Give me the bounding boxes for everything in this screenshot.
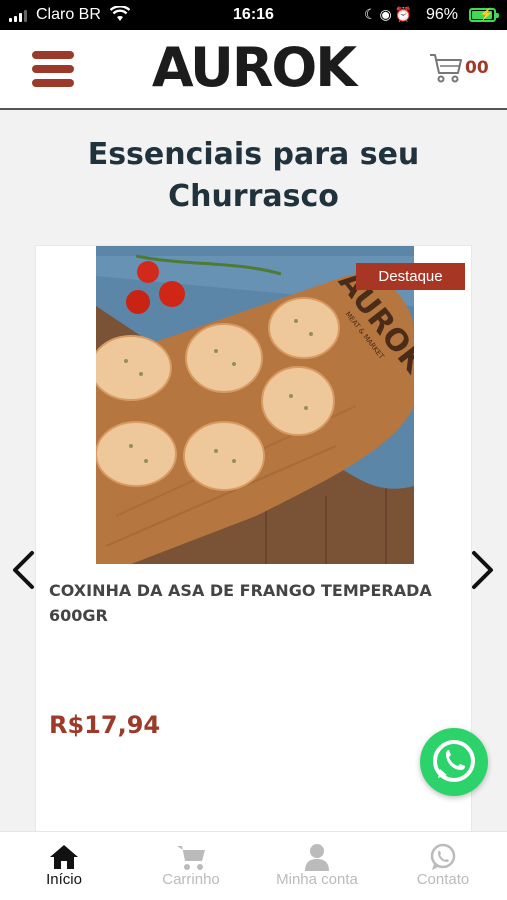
section-title: Essenciais para seu Churrasco bbox=[87, 137, 420, 214]
whatsapp-button[interactable] bbox=[420, 728, 488, 796]
nav-item-cart[interactable]: Carrinho bbox=[128, 832, 254, 900]
status-bar: Claro BR 16:16 ☾◉⏰ 96% ⚡ bbox=[0, 0, 507, 30]
product-price: R$17,94 bbox=[49, 711, 161, 739]
product-name[interactable]: COXINHA DA ASA DE FRANGO TEMPERADA 600GR bbox=[49, 578, 459, 628]
product-image[interactable]: AUROK MEAT & MARKET bbox=[96, 246, 414, 564]
app-header: AUROK 00 bbox=[0, 30, 507, 110]
nav-item-label: Minha conta bbox=[276, 871, 358, 888]
nav-item-label: Contato bbox=[416, 871, 470, 888]
nav-item-contact[interactable]: Contato bbox=[380, 832, 506, 900]
nav-item-account[interactable]: Minha conta bbox=[254, 832, 380, 900]
battery-percent: 96% bbox=[426, 6, 459, 23]
status-icons: ☾◉⏰ bbox=[364, 6, 416, 22]
cart-icon bbox=[177, 846, 205, 870]
cart-count[interactable]: 00 bbox=[465, 58, 489, 78]
cart-icon[interactable] bbox=[429, 52, 463, 84]
home-icon bbox=[50, 845, 78, 869]
product-card[interactable]: AUROK MEAT & MARKET Destaque COXINHA DA … bbox=[35, 245, 472, 845]
user-icon bbox=[305, 844, 329, 871]
battery-icon: ⚡ bbox=[469, 7, 499, 22]
carousel-next-icon[interactable] bbox=[470, 550, 496, 590]
nav-item-label: Início bbox=[46, 871, 82, 888]
charging-icon: ⚡ bbox=[479, 7, 494, 21]
carousel-prev-icon[interactable] bbox=[10, 550, 36, 590]
featured-badge: Destaque bbox=[356, 263, 465, 290]
nav-item-home[interactable]: Início bbox=[1, 832, 127, 900]
whatsapp-icon bbox=[433, 740, 475, 782]
whatsapp-icon bbox=[430, 843, 456, 870]
bottom-nav: Início Carrinho Minha conta Contato bbox=[0, 831, 507, 900]
nav-item-label: Carrinho bbox=[162, 871, 220, 888]
